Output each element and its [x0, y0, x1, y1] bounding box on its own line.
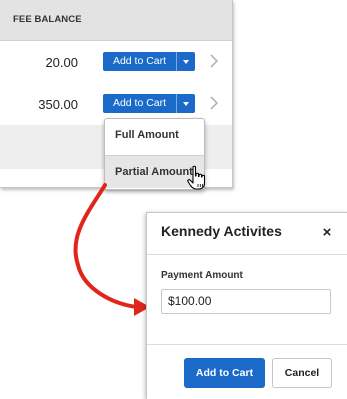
- add-to-cart-dropdown-toggle[interactable]: [177, 52, 195, 71]
- add-to-cart-button[interactable]: Add to Cart: [103, 94, 177, 113]
- add-to-cart-dropdown-toggle[interactable]: [177, 94, 195, 113]
- caret-down-icon: [183, 59, 189, 64]
- caret-down-icon: [183, 101, 189, 106]
- table-row: 20.00 Add to Cart: [0, 41, 232, 86]
- close-icon[interactable]: ×: [320, 225, 334, 241]
- fee-balance-header: FEE BALANCE: [13, 14, 82, 25]
- add-to-cart-split-button[interactable]: Add to Cart: [103, 94, 195, 113]
- hand-cursor-icon: [187, 165, 206, 190]
- payment-amount-label: Payment Amount: [161, 270, 243, 281]
- add-to-cart-split-button[interactable]: Add to Cart: [103, 52, 195, 71]
- chevron-right-icon[interactable]: [209, 54, 219, 68]
- fee-balance-value: 350.00: [38, 97, 78, 112]
- add-to-cart-button[interactable]: Add to Cart: [103, 52, 177, 71]
- divider: [147, 344, 347, 345]
- red-arrow-icon: [73, 183, 150, 316]
- chevron-right-icon[interactable]: [209, 96, 219, 110]
- table-header: FEE BALANCE: [0, 0, 232, 41]
- modal-title: Kennedy Activites: [161, 223, 282, 239]
- fee-balance-value: 20.00: [45, 55, 78, 70]
- add-to-cart-button[interactable]: Add to Cart: [184, 358, 265, 388]
- payment-amount-input[interactable]: $100.00: [161, 289, 331, 314]
- menu-item-full-amount[interactable]: Full Amount: [105, 119, 204, 152]
- divider: [147, 254, 347, 255]
- partial-payment-modal: Kennedy Activites × Payment Amount $100.…: [146, 212, 347, 399]
- cancel-button[interactable]: Cancel: [272, 358, 332, 388]
